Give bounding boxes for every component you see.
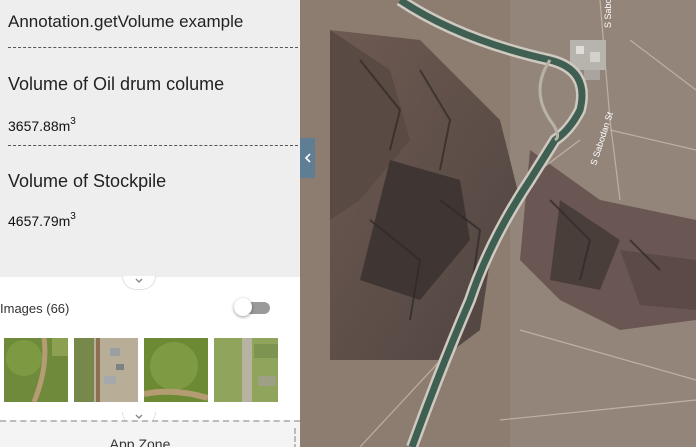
- app-zone: App Zone: [0, 420, 300, 447]
- image-thumbnails: [0, 338, 300, 402]
- volume-info-section: Annotation.getVolume example Volume of O…: [0, 0, 300, 277]
- chevron-left-icon: [304, 153, 311, 163]
- volume-label-stockpile: Volume of Stockpile: [8, 171, 167, 191]
- volume-value-stockpile: 4657.79m3: [8, 211, 76, 229]
- volume-label-oil-drum: Volume of Oil drum colume: [8, 74, 225, 94]
- left-panel: Annotation.getVolume example Volume of O…: [0, 0, 300, 447]
- images-header: Images (66): [0, 298, 300, 320]
- panel-collapse-toggle[interactable]: [300, 138, 315, 178]
- image-thumbnail[interactable]: [74, 338, 138, 402]
- images-title: Images (66): [0, 301, 70, 316]
- volume-value-oil-drum: 3657.88m3: [8, 116, 76, 134]
- app-zone-border: [294, 428, 296, 447]
- image-thumbnail[interactable]: [4, 338, 68, 402]
- street-label: S Sabo: [603, 0, 613, 28]
- chevron-down-icon: [135, 278, 143, 283]
- images-toggle[interactable]: [234, 298, 272, 316]
- page-title: Annotation.getVolume example: [8, 12, 244, 31]
- toggle-knob: [234, 298, 252, 316]
- collapse-info-button[interactable]: [122, 276, 156, 290]
- image-thumbnail[interactable]: [144, 338, 208, 402]
- image-thumbnail[interactable]: [214, 338, 278, 402]
- divider: [8, 145, 298, 146]
- divider: [8, 47, 298, 48]
- app-zone-label: App Zone: [109, 436, 171, 447]
- satellite-map[interactable]: S Sabodan St S Sabo: [300, 0, 696, 447]
